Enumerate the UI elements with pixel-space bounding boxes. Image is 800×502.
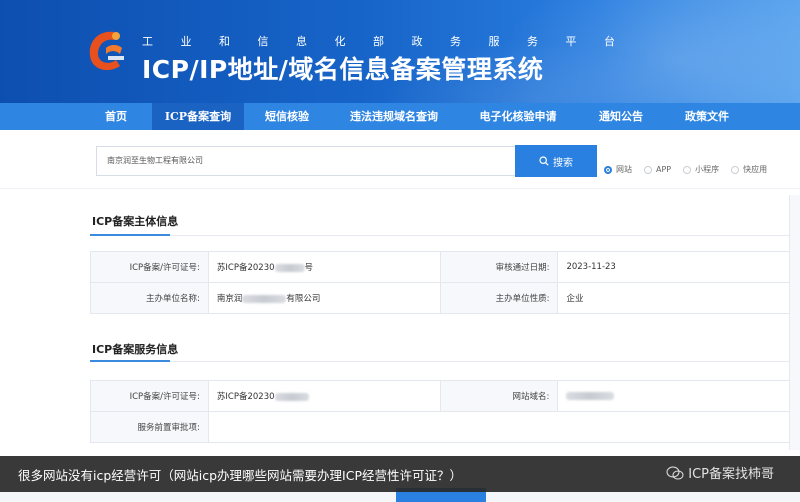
- subject-info-table: ICP备案/许可证号: 苏ICP备20230 号 审核通过日期: 2023-11-…: [90, 251, 790, 314]
- watermark: ICP备案找柿哥: [666, 463, 774, 482]
- search-button[interactable]: 搜索: [515, 145, 597, 177]
- search-icon: [539, 156, 549, 166]
- value-license-no: 苏ICP备20230 号: [207, 251, 441, 283]
- main-nav: 首页 ICP备案查询 短信核验 违法违规域名查询 电子化核验申请 通知公告 政策…: [0, 103, 800, 130]
- section-underline: [90, 360, 170, 362]
- radio-label: 快应用: [743, 165, 768, 174]
- table-row: 主办单位名称: 南京润 有限公司 主办单位性质: 企业: [90, 282, 790, 314]
- radio-miniprogram[interactable]: 小程序: [683, 164, 719, 175]
- value-organizer: 南京润 有限公司: [207, 282, 441, 314]
- label-approval-date: 审核通过日期:: [439, 251, 559, 283]
- value-license-no: 苏ICP备20230: [207, 380, 441, 412]
- value-preapproval: [207, 411, 791, 443]
- result-content: ICP备案主体信息 ICP备案/许可证号: 苏ICP备20230 号 审核通过日期…: [0, 188, 800, 502]
- search-area: 南京润至生物工程有限公司 搜索 网站 APP 小程序 快应用: [0, 130, 800, 188]
- search-input[interactable]: 南京润至生物工程有限公司: [96, 146, 516, 176]
- section-divider: [90, 235, 790, 236]
- label-preapproval: 服务前置审批项:: [90, 411, 209, 443]
- section-title-subject: ICP备案主体信息: [92, 215, 179, 228]
- wechat-icon: [666, 466, 684, 479]
- header-subtitle: 工 业 和 信 息 化 部 政 务 服 务 平 台: [142, 35, 627, 48]
- caption-text: 很多网站没有icp经营许可（网站icp办理哪些网站需要办理ICP经营性许可证？）: [18, 467, 463, 483]
- table-row: ICP备案/许可证号: 苏ICP备20230 网站域名:: [90, 380, 790, 412]
- redacted-mask: [242, 294, 287, 303]
- nav-item-illegal-domain[interactable]: 违法违规域名查询: [330, 103, 458, 130]
- label-organizer: 主办单位名称:: [90, 282, 209, 314]
- redacted-mask: [566, 391, 615, 400]
- site-logo-icon: [89, 31, 124, 71]
- scrollbar[interactable]: [789, 195, 800, 450]
- radio-label: 小程序: [695, 165, 720, 174]
- search-button-label: 搜索: [553, 157, 573, 169]
- table-row: ICP备案/许可证号: 苏ICP备20230 号 审核通过日期: 2023-11-…: [90, 251, 790, 283]
- nav-item-home[interactable]: 首页: [80, 103, 152, 130]
- radio-quickapp[interactable]: 快应用: [731, 164, 767, 175]
- section-underline: [90, 234, 170, 236]
- section-title-service: ICP备案服务信息: [92, 343, 179, 356]
- label-domain: 网站域名:: [439, 380, 559, 412]
- nav-item-e-verify[interactable]: 电子化核验申请: [458, 103, 578, 130]
- nav-item-icp-query[interactable]: ICP备案查询: [152, 103, 244, 130]
- section-divider: [90, 361, 790, 362]
- header-banner: 工 业 和 信 息 化 部 政 务 服 务 平 台 ICP/IP地址/域名信息备…: [0, 0, 800, 103]
- radio-label: APP: [656, 165, 672, 174]
- nav-item-policy[interactable]: 政策文件: [664, 103, 750, 130]
- label-license-no: ICP备案/许可证号:: [90, 380, 209, 412]
- radio-unchecked-icon: [644, 165, 652, 174]
- value-organizer-type: 企业: [557, 282, 790, 314]
- redacted-mask: [274, 263, 305, 272]
- service-info-table: ICP备案/许可证号: 苏ICP备20230 网站域名: 服务前置审批项:: [90, 380, 791, 443]
- watermark-text: ICP备案找柿哥: [688, 467, 774, 482]
- label-license-no: ICP备案/许可证号:: [90, 251, 209, 283]
- redacted-mask: [274, 392, 309, 401]
- nav-item-notices[interactable]: 通知公告: [578, 103, 664, 130]
- search-type-options: 网站 APP 小程序 快应用: [604, 164, 773, 175]
- nav-item-sms-verify[interactable]: 短信核验: [244, 103, 330, 130]
- label-organizer-type: 主办单位性质:: [439, 282, 559, 314]
- radio-website[interactable]: 网站: [604, 164, 632, 175]
- radio-checked-icon: [604, 165, 612, 174]
- radio-unchecked-icon: [683, 165, 692, 174]
- value-approval-date: 2023-11-23: [557, 251, 790, 283]
- table-row: 服务前置审批项:: [90, 411, 791, 443]
- radio-app[interactable]: APP: [644, 165, 671, 174]
- radio-label: 网站: [616, 165, 632, 174]
- radio-unchecked-icon: [731, 165, 740, 174]
- value-domain: [557, 380, 790, 412]
- page-title: ICP/IP地址/域名信息备案管理系统: [142, 55, 544, 84]
